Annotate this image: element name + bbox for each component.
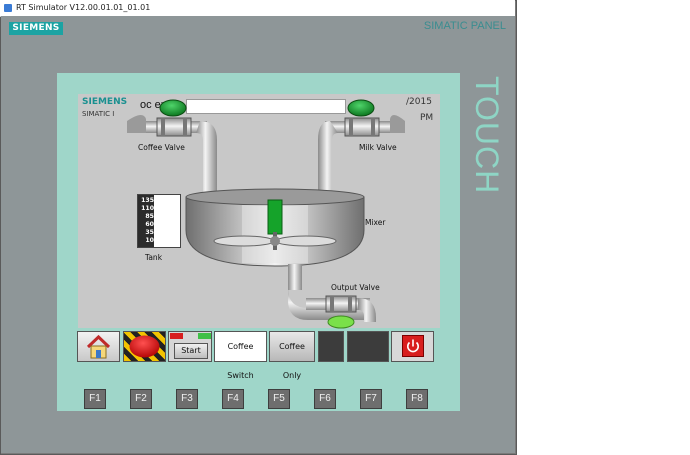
coffee-valve-body[interactable] bbox=[156, 117, 192, 137]
home-icon bbox=[86, 334, 111, 359]
milk-valve-label: Milk Valve bbox=[359, 143, 397, 152]
mixer-label: Mixer bbox=[365, 218, 386, 227]
start-panel: Start bbox=[168, 331, 212, 362]
scale-tick: 60 bbox=[145, 221, 154, 228]
power-symbol-icon bbox=[407, 339, 419, 353]
mixer-level-indicator bbox=[267, 199, 283, 235]
scale-tick: 110 bbox=[141, 205, 154, 212]
start-green-lamp bbox=[198, 333, 211, 339]
start-button[interactable]: Start bbox=[174, 343, 208, 359]
power-icon bbox=[402, 335, 424, 357]
coffee-switch-button[interactable]: Coffee Switch bbox=[214, 331, 267, 380]
coffee-valve-indicator[interactable] bbox=[159, 99, 187, 117]
milk-valve-indicator[interactable] bbox=[347, 99, 375, 117]
emergency-stop-icon bbox=[129, 335, 160, 358]
f2-key[interactable]: F2 bbox=[130, 389, 152, 409]
tank-label: Tank bbox=[145, 253, 163, 262]
empty-key-7[interactable] bbox=[347, 331, 389, 362]
output-pipe bbox=[288, 264, 376, 322]
scale-tick: 10 bbox=[145, 237, 154, 244]
coffee-only-button[interactable]: Coffee Only bbox=[269, 331, 315, 380]
output-valve-label: Output Valve bbox=[331, 283, 380, 292]
emergency-stop-button[interactable] bbox=[123, 331, 166, 362]
f5-key[interactable]: F5 bbox=[268, 389, 290, 409]
start-red-lamp bbox=[170, 333, 183, 339]
coffee-valve-label: Coffee Valve bbox=[138, 143, 185, 152]
process-graphics bbox=[127, 99, 405, 329]
f8-key[interactable]: F8 bbox=[406, 389, 428, 409]
tank-scale-ticks: 135 110 85 60 35 10 bbox=[138, 195, 154, 247]
home-button[interactable] bbox=[77, 331, 120, 362]
output-valve-indicator[interactable] bbox=[327, 315, 355, 329]
scale-tick: 135 bbox=[141, 197, 154, 204]
scale-tick: 35 bbox=[145, 229, 154, 236]
power-button[interactable] bbox=[391, 331, 434, 362]
f3-key[interactable]: F3 bbox=[176, 389, 198, 409]
output-valve-body[interactable] bbox=[325, 295, 357, 313]
f4-key[interactable]: F4 bbox=[222, 389, 244, 409]
empty-key-6[interactable] bbox=[318, 331, 344, 362]
milk-valve-body[interactable] bbox=[344, 117, 380, 137]
f7-key[interactable]: F7 bbox=[360, 389, 382, 409]
f6-key[interactable]: F6 bbox=[314, 389, 336, 409]
f1-key[interactable]: F1 bbox=[84, 389, 106, 409]
scale-tick: 85 bbox=[145, 213, 154, 220]
